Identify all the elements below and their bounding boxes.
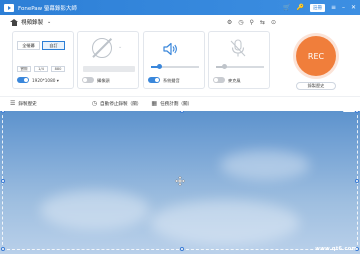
settings-icon[interactable]: ⚙ [227,19,232,26]
custom-button[interactable]: 自訂 [42,41,65,50]
timer-icon[interactable]: ◷ [238,19,243,26]
system-audio-label: 系統聲音 [163,77,180,83]
home-icon[interactable] [10,18,18,26]
volume-knob[interactable] [222,64,228,69]
microphone-toggle[interactable] [213,77,225,83]
camera-toggle[interactable] [82,77,94,83]
record-area: REC 錄製歷史 [290,31,346,91]
system-audio-toggle[interactable] [148,77,160,83]
system-volume-slider[interactable] [151,64,199,69]
resolution-select[interactable]: 1920*1080 ▾ [32,78,59,83]
auto-stop-link[interactable]: ◷ 自動停止錄製（關） [92,100,142,107]
camera-panel: ⌄ 攝像頭 [77,31,139,89]
area-toggle[interactable] [17,77,29,83]
history-link[interactable]: ☰ 錄製歷史 [10,100,37,107]
camera-settings-bar [83,66,135,72]
fullscreen-button[interactable]: 全螢幕 [17,41,40,50]
toolbar: ⚙ ◷ ⚲ ⇆ ⊙ [227,19,276,26]
mode-bar: 視頻錄製 ⌄ ⚙ ◷ ⚲ ⇆ ⊙ [0,15,360,29]
microphone-panel: 麥克風 [208,31,270,89]
app-window: FonePaw 螢幕錄影大師 🛒 🔑 註冊 ≡ – ✕ 視頻錄製 ⌄ ⚙ ◷ ⚲… [0,0,360,111]
task-schedule-link[interactable]: ▦ 任務計劃（關） [151,100,192,107]
camera-label: 攝像頭 [97,77,110,83]
list-icon: ☰ [10,100,16,107]
menu-icon[interactable]: ≡ [331,4,336,11]
chevron-down-icon[interactable]: ⌄ [47,19,51,25]
key-icon[interactable]: 🔑 [296,4,303,11]
system-audio-panel: 系統聲音 [143,31,205,89]
chevron-down-icon[interactable]: ⌄ [118,44,122,50]
history-label: 錄製歷史 [18,101,37,107]
webcam-icon[interactable]: ⊙ [271,19,276,26]
size-options: 實際 1/4 880 [17,66,65,72]
register-button[interactable]: 註冊 [309,3,325,12]
area-panel: 全螢幕 自訂 實際 1/4 880 1920*1080 ▾ [12,31,74,89]
mouse-icon[interactable]: ⚲ [250,19,254,26]
size-option[interactable]: 880 [51,66,65,72]
resize-handle[interactable] [1,247,5,251]
app-title: FonePaw 螢幕錄影大師 [18,5,77,12]
calendar-icon: ▦ [151,100,158,107]
close-icon[interactable]: ✕ [351,4,356,11]
app-logo-icon [4,3,14,12]
minimize-icon[interactable]: – [342,4,345,11]
watermark: www.qt6.com [315,246,357,252]
move-cursor-icon [175,176,185,186]
title-bar: FonePaw 螢幕錄影大師 🛒 🔑 註冊 ≡ – ✕ [0,0,360,15]
size-option[interactable]: 1/4 [34,66,48,72]
mic-volume-slider[interactable] [216,64,264,69]
microphone-label: 麥克風 [228,77,241,83]
recording-history-button[interactable]: 錄製歷史 [296,82,336,90]
auto-stop-label: 自動停止錄製（關） [100,101,142,107]
rec-button-ring[interactable]: REC [293,33,339,79]
resize-handle[interactable] [180,247,184,251]
bottom-bar: ☰ 錄製歷史 ◷ 自動停止錄製（關） ▦ 任務計劃（關） [0,96,360,110]
cart-icon[interactable]: 🛒 [283,4,290,11]
camera-off-icon [92,38,112,58]
resize-handle[interactable] [1,179,5,183]
task-schedule-label: 任務計劃（關） [160,101,193,107]
resize-handle[interactable] [355,179,359,183]
rec-button[interactable]: REC [296,36,336,76]
switch-icon[interactable]: ⇆ [260,19,265,26]
volume-knob[interactable] [157,64,163,69]
microphone-off-icon [230,39,246,57]
mode-selector[interactable]: 視頻錄製 [21,18,43,26]
clock-icon: ◷ [91,100,98,107]
size-option[interactable]: 實際 [17,66,31,72]
speaker-icon [163,42,177,56]
